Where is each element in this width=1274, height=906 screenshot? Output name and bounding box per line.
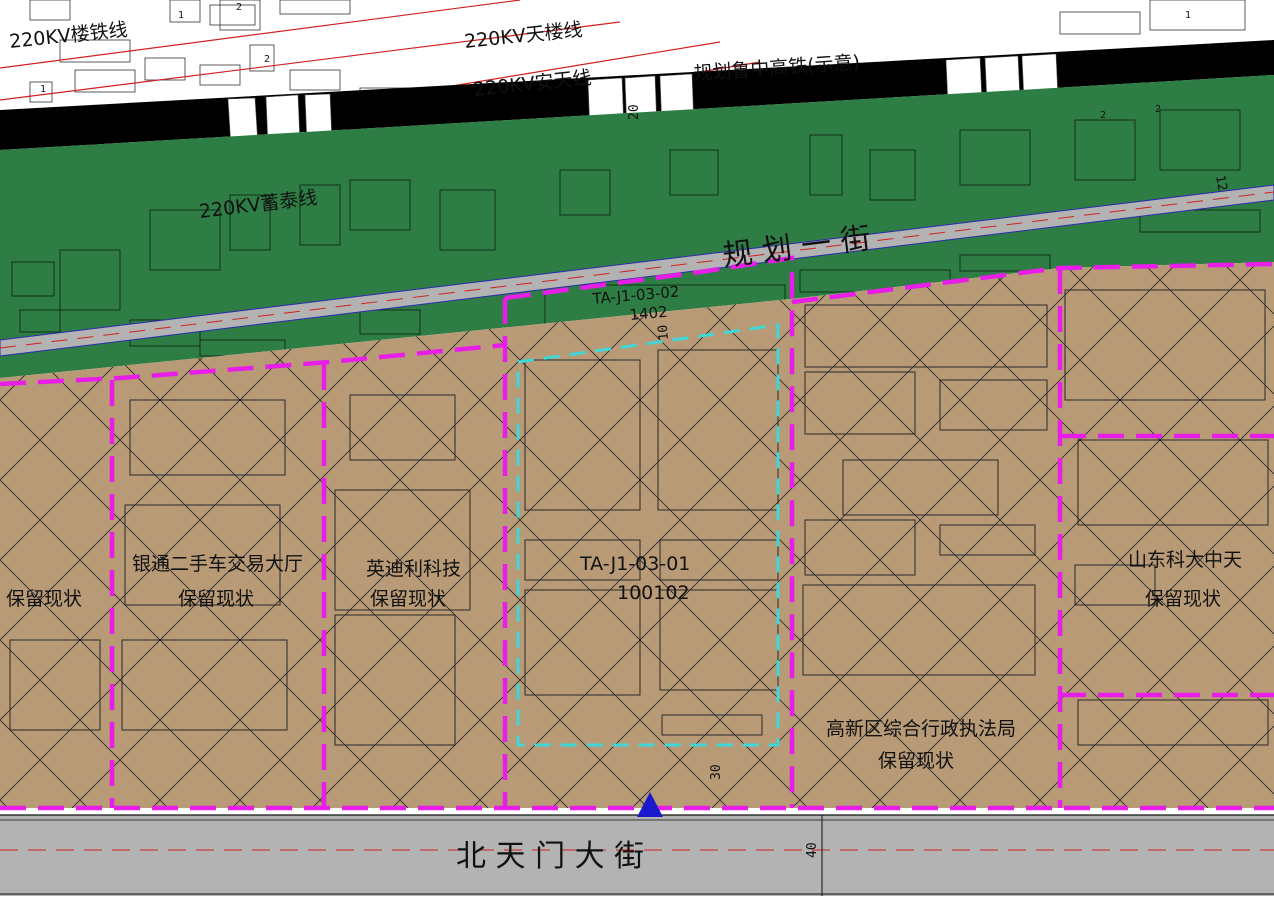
north-road-width-label: 12 [1212, 174, 1229, 192]
yintong-status: 保留现状 [178, 588, 254, 610]
shandong-status: 保留现状 [1145, 588, 1221, 610]
building-number: 1 [40, 84, 46, 95]
building-number: 2 [236, 2, 242, 13]
gaoxin-name: 高新区综合行政执法局 [826, 718, 1016, 740]
building-number: 1 [1185, 10, 1191, 21]
power-line-tian-lou-label: 220KV天楼线 [463, 19, 583, 53]
north-strip-number: 1402 [629, 303, 669, 324]
west-edge-status: 保留现状 [6, 588, 82, 610]
south-road-label: 北 天 门 大 街 [456, 839, 644, 874]
main-parcel-number: 100102 [617, 582, 690, 604]
main-parcel-code: TA-J1-03-01 [579, 553, 690, 575]
south-road-width-label: 40 [805, 842, 820, 858]
south-setback-label: 30 [709, 764, 724, 780]
planning-map: 220KV楼铁线 220KV天楼线 220KV安天线 规划鲁中高铁(示意) 22… [0, 0, 1274, 906]
building-number: 2 [1155, 104, 1161, 115]
shandong-name: 山东科大中天 [1128, 549, 1242, 571]
south-curb [0, 896, 1274, 906]
yingdili-status: 保留现状 [370, 588, 446, 610]
building-number: 2 [264, 54, 270, 65]
railway-width-label: 20 [627, 104, 642, 120]
building-number: 2 [1100, 110, 1106, 121]
yingdili-name: 英迪利科技 [366, 558, 461, 580]
north-setback-label: 10 [656, 324, 672, 341]
gaoxin-status: 保留现状 [878, 750, 954, 772]
map-canvas: 220KV楼铁线 220KV天楼线 220KV安天线 规划鲁中高铁(示意) 22… [0, 0, 1274, 906]
power-line-lou-tie-label: 220KV楼铁线 [8, 19, 128, 53]
building-number: 1 [178, 10, 184, 21]
yintong-name: 银通二手车交易大厅 [132, 553, 303, 575]
